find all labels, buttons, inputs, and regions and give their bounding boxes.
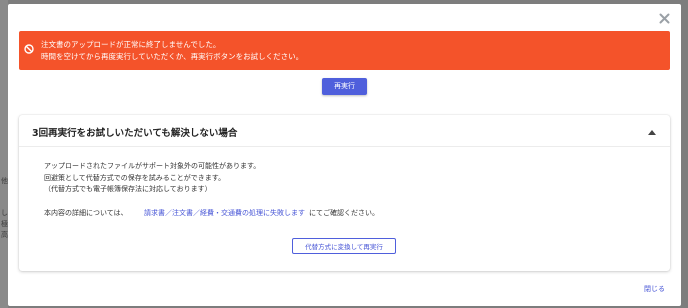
error-alert: 注文書のアップロードが正常に終了しませんでした。 時間を空けてから再度実行してい… [19, 31, 670, 70]
close-icon[interactable] [657, 12, 671, 26]
troubleshooting-card: 3回再実行をお試しいただいても解決しない場合 アップロードされたファイルがサポー… [19, 115, 670, 271]
card-title[interactable]: 3回再実行をお試しいただいても解決しない場合 [32, 125, 237, 139]
background-text: 他 [1, 177, 8, 185]
background-text: し [1, 209, 8, 217]
alert-message: 注文書のアップロードが正常に終了しませんでした。 [41, 40, 221, 49]
retry-button[interactable]: 再実行 [322, 78, 367, 95]
caret-up-icon[interactable] [648, 129, 656, 135]
background-page: 他 し 極 高 [0, 0, 8, 308]
body-text: 回避策として代替方式での保存を試みることができます。 [44, 174, 226, 182]
divider [19, 146, 670, 147]
alert-message: 時間を空けてから再度実行していただくか、再実行ボタンをお試しください。 [41, 52, 304, 61]
block-icon [24, 44, 34, 54]
upload-error-dialog: 注文書のアップロードが正常に終了しませんでした。 時間を空けてから再度実行してい… [8, 4, 681, 306]
close-button[interactable]: 閉じる [644, 284, 665, 294]
help-article-link[interactable]: 請求書／注文書／経費・交通費の処理に失敗します [144, 208, 305, 218]
detail-text: 本内容の詳細については、 [44, 209, 128, 217]
body-text: アップロードされたファイルがサポート対象外の可能性があります。 [44, 162, 261, 170]
detail-suffix-text: にてご確認ください。 [309, 209, 379, 217]
convert-and-retry-button[interactable]: 代替方式に変換して再実行 [292, 238, 396, 254]
background-text: 極 [1, 220, 8, 228]
body-text: （代替方式でも電子帳簿保存法に対応しております） [44, 185, 212, 193]
background-text: 高 [1, 231, 8, 239]
